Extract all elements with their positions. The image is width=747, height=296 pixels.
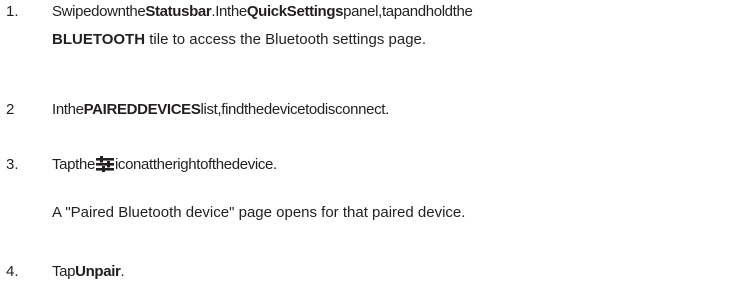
- step-text: InthePAIREDDEVICESlist,findthedevicetodi…: [52, 99, 727, 121]
- step-number: 4.: [6, 263, 19, 280]
- text-run: Inthe: [52, 101, 84, 118]
- bold-text: Unpair: [75, 263, 121, 280]
- step-line: Tapthe iconattherightofthedevice.: [52, 154, 727, 176]
- bold-text: BLUETOOTH: [52, 31, 146, 48]
- text-run: iconattherightofthedevice.: [114, 156, 277, 173]
- text-run: .: [120, 263, 125, 280]
- step-line: TapUnpair.: [52, 261, 727, 283]
- text-run: Swipedownthe: [52, 3, 146, 20]
- step-text: SwipedowntheStatusbar.IntheQuickSettings…: [52, 1, 727, 51]
- step-note: A "Paired Bluetooth device" page opens f…: [52, 204, 466, 221]
- step-number: 3.: [6, 156, 19, 173]
- step-line: SwipedowntheStatusbar.IntheQuickSettings…: [52, 1, 727, 23]
- text-run: list,findthedevicetodisconnect.: [200, 101, 390, 118]
- step-number: 1.: [6, 3, 19, 20]
- step-number: 2: [6, 101, 15, 118]
- step-text: TapUnpair.: [52, 261, 727, 283]
- text-run: .Inthe: [211, 3, 247, 20]
- text-run: panel,tapandholdthe: [343, 3, 473, 20]
- bold-text: PAIREDDEVICES: [83, 101, 201, 118]
- step-line: BLUETOOTH tile to access the Bluetooth s…: [52, 29, 727, 51]
- step-line: InthePAIREDDEVICESlist,findthedevicetodi…: [52, 99, 727, 121]
- bold-text: Statusbar: [145, 3, 212, 20]
- text-run: tile to access the Bluetooth settings pa…: [145, 31, 427, 48]
- settings-sliders-icon: [95, 156, 114, 172]
- bold-text: QuickSettings: [246, 3, 344, 20]
- instructions-document: 1. SwipedowntheStatusbar.IntheQuickSetti…: [0, 0, 747, 296]
- text-run: Tapthe: [52, 156, 95, 173]
- step-text: Tapthe iconattherightofthedevice. A "Pai…: [52, 154, 727, 224]
- text-run: Tap: [52, 263, 76, 280]
